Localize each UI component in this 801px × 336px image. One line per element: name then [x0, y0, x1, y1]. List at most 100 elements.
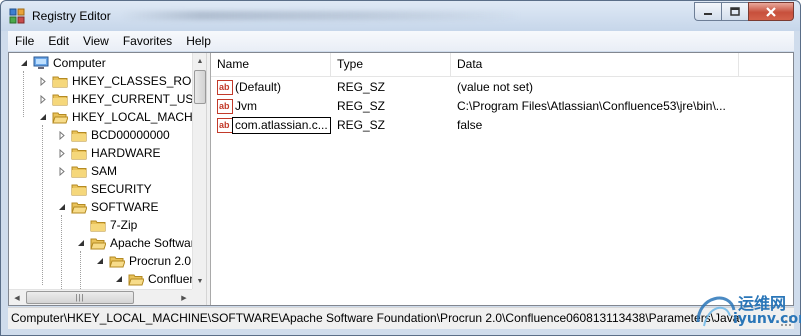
tree-item-software[interactable]: SOFTWARE [57, 198, 160, 216]
tree-vertical-scroll-thumb[interactable] [194, 70, 206, 104]
menu-favorites[interactable]: Favorites [116, 31, 179, 51]
tree-item-sam[interactable]: SAM [57, 162, 118, 180]
menu-file[interactable]: File [8, 31, 41, 51]
tree-item-hkey-local-machine[interactable]: HKEY_LOCAL_MACHINE [38, 108, 192, 126]
tree-item-hkey-classes-root[interactable]: HKEY_CLASSES_ROOT [38, 72, 192, 90]
collapse-arrow-icon[interactable] [95, 256, 104, 265]
maximize-icon [730, 7, 740, 16]
menu-help[interactable]: Help [179, 31, 218, 51]
regedit-icon [9, 8, 25, 24]
tree-item-hkey-current-user[interactable]: HKEY_CURRENT_USER [38, 90, 192, 108]
tree-item-computer[interactable]: Computer [19, 54, 107, 72]
computer-icon [33, 56, 49, 69]
string-value-icon: ab [217, 80, 233, 95]
folder-icon [52, 76, 68, 88]
column-header-type[interactable]: Type [331, 53, 451, 76]
close-button[interactable] [748, 2, 794, 21]
tree-guide-line [23, 71, 24, 117]
expand-arrow-icon[interactable] [38, 77, 47, 86]
folder-icon [71, 148, 87, 160]
folder-open-icon [71, 202, 87, 214]
menu-view[interactable]: View [76, 31, 116, 51]
tree-item-label: HARDWARE [91, 146, 161, 160]
menu-bar: File Edit View Favorites Help [8, 31, 794, 51]
blurred-title-region [121, 11, 521, 20]
svg-text:ab: ab [219, 120, 230, 130]
tree-item-security[interactable]: SECURITY [57, 180, 153, 198]
collapse-arrow-icon[interactable] [114, 274, 123, 283]
value-row-default[interactable]: ab (Default) REG_SZ (value not set) [211, 78, 793, 97]
folder-icon [52, 94, 68, 106]
column-header-data[interactable]: Data [451, 53, 739, 76]
scroll-down-icon[interactable]: ▼ [193, 273, 206, 289]
value-name: Jvm [235, 99, 257, 113]
expand-arrow-icon[interactable] [38, 95, 47, 104]
value-type: REG_SZ [337, 99, 386, 113]
folder-open-icon [109, 256, 125, 268]
registry-tree: Computer HKEY_CLASSES_ROOT HKEY_ [9, 53, 206, 305]
client-area: Computer HKEY_CLASSES_ROOT HKEY_ [8, 52, 794, 306]
tree-item-7zip[interactable]: 7-Zip [76, 216, 138, 234]
tree-content: Computer HKEY_CLASSES_ROOT HKEY_ [9, 53, 192, 289]
tree-horizontal-scrollbar[interactable]: ◀ ||| ▶ [9, 289, 192, 305]
collapse-arrow-icon[interactable] [76, 238, 85, 247]
value-data: (value not set) [457, 80, 534, 94]
minimize-button[interactable] [694, 2, 721, 21]
menu-edit[interactable]: Edit [41, 31, 76, 51]
value-row-com-atlassian[interactable]: ab com.atlassian.c... REG_SZ false [211, 116, 793, 135]
tree-item-label: Procrun 2.0 [129, 254, 192, 268]
scroll-left-icon[interactable]: ◀ [9, 290, 25, 305]
scroll-up-icon[interactable]: ▲ [193, 53, 206, 69]
tree-guide-line [42, 125, 43, 285]
scroll-right-icon[interactable]: ▶ [176, 290, 192, 305]
svg-text:ab: ab [219, 82, 230, 92]
tree-item-bcd[interactable]: BCD00000000 [57, 126, 171, 144]
tree-item-label: Confluence060813113438 [148, 272, 192, 286]
tree-item-label: SAM [91, 164, 118, 178]
tree-item-label: 7-Zip [110, 218, 138, 232]
maximize-button[interactable] [721, 2, 748, 21]
value-name: (Default) [235, 80, 282, 94]
value-type: REG_SZ [337, 118, 386, 132]
collapse-arrow-icon[interactable] [38, 112, 47, 121]
column-header-name[interactable]: Name [211, 53, 331, 76]
watermark-domain: iyunv.com [733, 311, 801, 327]
tree-item-label: BCD00000000 [91, 128, 170, 142]
string-value-icon: ab [217, 99, 233, 114]
collapse-arrow-icon[interactable] [19, 58, 28, 67]
folder-icon [71, 130, 87, 142]
tree-item-label: Apache Software Foundation [110, 236, 192, 250]
string-value-icon: ab [217, 118, 233, 133]
rename-value-input[interactable]: com.atlassian.c... [232, 117, 331, 134]
tree-item-hardware[interactable]: HARDWARE [57, 144, 162, 162]
svg-text:ab: ab [219, 101, 230, 111]
value-row-jvm[interactable]: ab Jvm REG_SZ C:\Program Files\Atlassian… [211, 97, 793, 116]
tree-item-label: Computer [53, 56, 106, 70]
window-title: Registry Editor [32, 9, 111, 23]
minimize-icon [704, 12, 712, 15]
tree-item-procrun[interactable]: Procrun 2.0 [95, 252, 192, 270]
title-bar[interactable]: Registry Editor [1, 1, 800, 31]
tree-item-confluence[interactable]: Confluence060813113438 [114, 270, 192, 288]
status-bar: Computer\HKEY_LOCAL_MACHINE\SOFTWARE\Apa… [8, 307, 794, 329]
tree-item-apache-software-foundation[interactable]: Apache Software Foundation [76, 234, 192, 252]
collapse-arrow-icon[interactable] [57, 202, 66, 211]
registry-editor-window: Registry Editor File Edit View Favorites… [0, 0, 801, 336]
folder-icon [71, 184, 87, 196]
tree-item-label: SOFTWARE [91, 200, 159, 214]
expand-arrow-icon[interactable] [57, 167, 66, 176]
tree-item-label: HKEY_LOCAL_MACHINE [72, 110, 192, 124]
close-icon [766, 6, 776, 17]
expand-arrow-icon[interactable] [57, 149, 66, 158]
tree-item-label: SECURITY [91, 182, 152, 196]
tree-vertical-scrollbar[interactable]: ▲ ▼ [192, 53, 206, 289]
value-data: C:\Program Files\Atlassian\Confluence53\… [457, 99, 726, 113]
tree-guide-line [80, 251, 81, 289]
folder-open-icon [52, 112, 68, 124]
expand-arrow-icon[interactable] [57, 131, 66, 140]
tree-item-label: HKEY_CLASSES_ROOT [72, 74, 192, 88]
tree-item-label: HKEY_CURRENT_USER [72, 92, 192, 106]
tree-horizontal-scroll-thumb[interactable]: ||| [26, 291, 134, 304]
tree-guide-line [61, 215, 62, 289]
status-path: Computer\HKEY_LOCAL_MACHINE\SOFTWARE\Apa… [11, 311, 740, 325]
